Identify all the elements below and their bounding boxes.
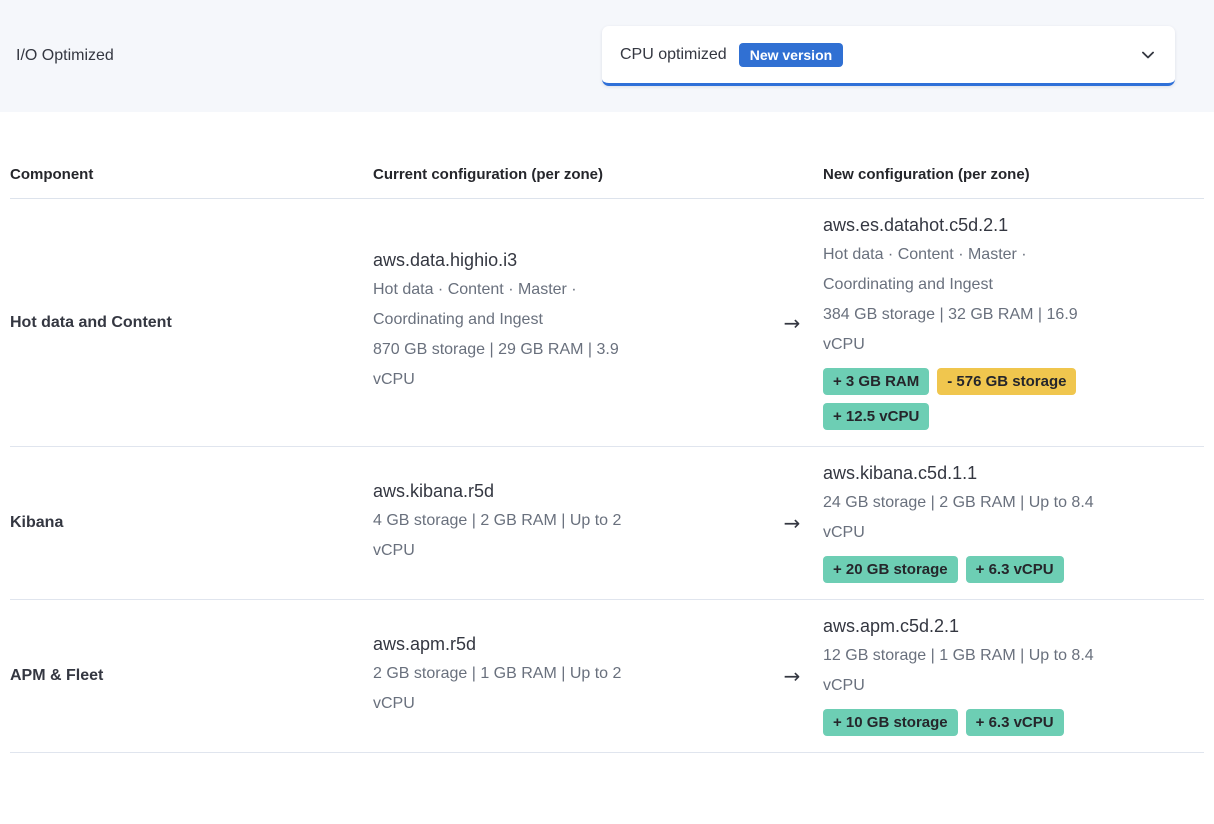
specs-text: 24 GB storage | 2 GB RAM | Up to 8.4 vCP… <box>823 488 1103 548</box>
specs-text: 4 GB storage | 2 GB RAM | Up to 2 vCPU <box>373 506 653 566</box>
roles-text: Hot data · Content · Master · Coordinati… <box>373 275 653 335</box>
column-header-arrow-spacer <box>761 165 823 190</box>
table-header-row: Component Current configuration (per zon… <box>10 156 1204 199</box>
specs-text: 870 GB storage | 29 GB RAM | 3.9 vCPU <box>373 335 653 395</box>
storage-increase-badge: + 10 GB storage <box>823 709 958 736</box>
storage-decrease-badge: - 576 GB storage <box>937 368 1076 395</box>
instance-name: aws.data.highio.i3 <box>373 250 673 271</box>
profile-select-value: CPU optimized <box>620 46 727 64</box>
change-badges: + 20 GB storage + 6.3 vCPU <box>823 556 1128 583</box>
instance-name: aws.es.datahot.c5d.2.1 <box>823 215 1123 236</box>
component-name: Kibana <box>10 498 373 548</box>
new-configuration: aws.kibana.c5d.1.1 24 GB storage | 2 GB … <box>823 447 1204 599</box>
configuration-comparison-table: Component Current configuration (per zon… <box>0 156 1214 753</box>
current-configuration: aws.apm.r5d 2 GB storage | 1 GB RAM | Up… <box>373 618 761 735</box>
arrow-right-icon: → <box>761 495 823 551</box>
instance-name: aws.apm.c5d.2.1 <box>823 616 1123 637</box>
storage-increase-badge: + 20 GB storage <box>823 556 958 583</box>
arrow-right-icon: → <box>761 295 823 351</box>
table-row: APM & Fleet aws.apm.r5d 2 GB storage | 1… <box>10 600 1204 753</box>
table-row: Kibana aws.kibana.r5d 4 GB storage | 2 G… <box>10 447 1204 600</box>
profile-change-header: I/O Optimized CPU optimized New version <box>0 0 1214 112</box>
column-header-current-configuration: Current configuration (per zone) <box>373 156 761 198</box>
specs-text: 12 GB storage | 1 GB RAM | Up to 8.4 vCP… <box>823 641 1103 701</box>
component-name: APM & Fleet <box>10 651 373 701</box>
change-badges: + 10 GB storage + 6.3 vCPU <box>823 709 1128 736</box>
vcpu-increase-badge: + 6.3 vCPU <box>966 556 1064 583</box>
component-name: Hot data and Content <box>10 298 373 348</box>
table-row: Hot data and Content aws.data.highio.i3 … <box>10 199 1204 447</box>
specs-text: 384 GB storage | 32 GB RAM | 16.9 vCPU <box>823 300 1103 360</box>
new-version-badge: New version <box>739 43 843 67</box>
current-profile-label: I/O Optimized <box>16 47 114 65</box>
ram-increase-badge: + 3 GB RAM <box>823 368 929 395</box>
new-configuration: aws.es.datahot.c5d.2.1 Hot data · Conten… <box>823 199 1204 446</box>
instance-name: aws.kibana.r5d <box>373 481 673 502</box>
instance-name: aws.apm.r5d <box>373 634 673 655</box>
vcpu-increase-badge: + 6.3 vCPU <box>966 709 1064 736</box>
chevron-down-icon <box>1139 46 1157 64</box>
current-configuration: aws.kibana.r5d 4 GB storage | 2 GB RAM |… <box>373 465 761 582</box>
instance-name: aws.kibana.c5d.1.1 <box>823 463 1123 484</box>
column-header-new-configuration: New configuration (per zone) <box>823 156 1204 198</box>
vcpu-increase-badge: + 12.5 vCPU <box>823 403 929 430</box>
current-configuration: aws.data.highio.i3 Hot data · Content · … <box>373 234 761 411</box>
column-header-component: Component <box>10 156 373 198</box>
arrow-right-icon: → <box>761 648 823 704</box>
roles-text: Hot data · Content · Master · Coordinati… <box>823 240 1103 300</box>
change-badges: + 3 GB RAM - 576 GB storage + 12.5 vCPU <box>823 368 1128 430</box>
specs-text: 2 GB storage | 1 GB RAM | Up to 2 vCPU <box>373 659 653 719</box>
new-configuration: aws.apm.c5d.2.1 12 GB storage | 1 GB RAM… <box>823 600 1204 752</box>
profile-select[interactable]: CPU optimized New version <box>602 26 1175 86</box>
